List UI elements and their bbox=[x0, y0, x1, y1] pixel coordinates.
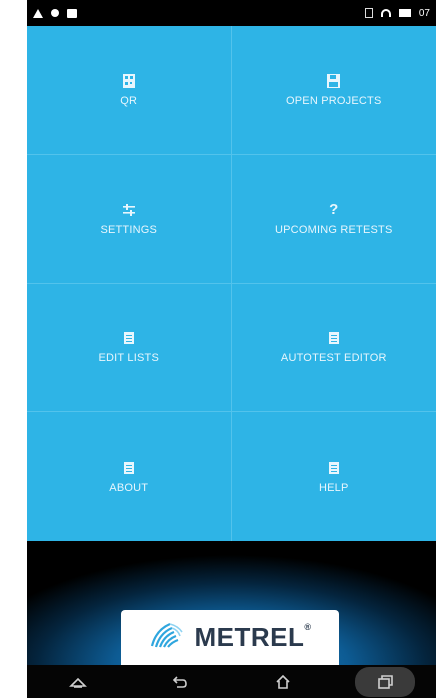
home-icon bbox=[276, 674, 290, 689]
dot-icon bbox=[51, 9, 59, 17]
main-menu-grid: QR OPEN PROJECTS SETTINGS ? UPCOMING RET… bbox=[27, 26, 436, 541]
nav-back-button[interactable] bbox=[150, 667, 210, 697]
status-left bbox=[33, 8, 77, 18]
document-icon bbox=[328, 460, 339, 476]
tile-autotest-editor[interactable]: AUTOTEST EDITOR bbox=[231, 284, 436, 413]
status-time: 07 bbox=[418, 7, 430, 19]
brand-banner: METREL® bbox=[27, 541, 436, 665]
nav-home-button[interactable] bbox=[253, 667, 313, 697]
status-right: 07 bbox=[364, 7, 430, 19]
question-icon: ? bbox=[329, 200, 339, 218]
device-screen: 07 QR OPEN PROJECTS SETTINGS ? UPCOMING … bbox=[27, 0, 436, 698]
tile-label: EDIT LISTS bbox=[98, 352, 159, 365]
tile-label: ABOUT bbox=[109, 481, 149, 494]
tile-open-projects[interactable]: OPEN PROJECTS bbox=[231, 26, 436, 155]
wifi-icon bbox=[380, 9, 391, 17]
tile-help[interactable]: HELP bbox=[232, 412, 436, 541]
tile-about[interactable]: ABOUT bbox=[27, 412, 232, 541]
tile-label: HELP bbox=[318, 481, 349, 494]
document-icon bbox=[123, 330, 134, 346]
save-icon bbox=[327, 73, 341, 89]
nav-home-outline-button[interactable] bbox=[48, 667, 108, 697]
tile-label: UPCOMING RETESTS bbox=[275, 223, 393, 236]
alert-icon bbox=[33, 8, 43, 18]
settings-icon bbox=[122, 202, 136, 218]
tile-upcoming-retests[interactable]: ? UPCOMING RETESTS bbox=[231, 155, 436, 284]
battery-icon bbox=[398, 9, 411, 17]
notification-icon bbox=[67, 8, 77, 18]
tile-label: SETTINGS bbox=[100, 223, 158, 236]
brand-name: METREL® bbox=[194, 622, 312, 652]
tile-label: QR bbox=[120, 94, 138, 107]
sim-icon bbox=[364, 8, 373, 18]
tile-settings[interactable]: SETTINGS bbox=[27, 154, 232, 284]
qr-icon bbox=[122, 73, 135, 89]
tile-edit-lists[interactable]: EDIT LISTS bbox=[27, 283, 232, 413]
metrel-mark-icon bbox=[148, 620, 186, 655]
status-bar: 07 bbox=[27, 0, 436, 26]
android-nav-bar bbox=[27, 665, 436, 698]
tile-label: OPEN PROJECTS bbox=[285, 94, 382, 107]
recent-apps-icon bbox=[378, 674, 393, 689]
metrel-logo: METREL® bbox=[121, 610, 339, 665]
back-icon bbox=[173, 675, 188, 688]
home-outline-icon bbox=[69, 677, 88, 688]
document-icon bbox=[328, 330, 339, 346]
document-icon bbox=[123, 460, 134, 476]
tile-qr[interactable]: QR bbox=[27, 26, 232, 155]
tile-label: AUTOTEST EDITOR bbox=[280, 352, 387, 365]
nav-recent-apps-button[interactable] bbox=[354, 666, 415, 697]
